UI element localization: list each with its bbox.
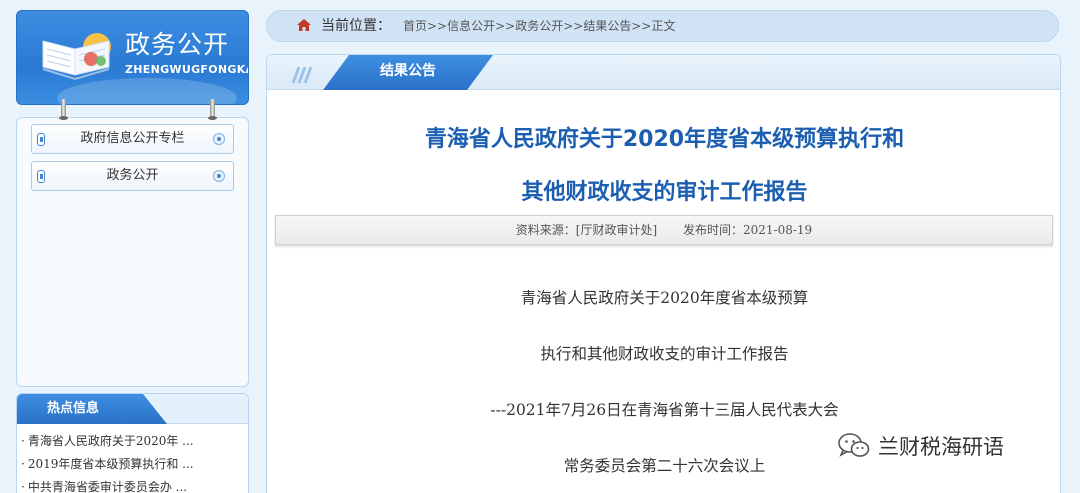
body-line: 青海省人民政府关于2020年度省本级预算	[520, 289, 809, 307]
sidebar-item-gov-affairs[interactable]: 政务公开	[31, 161, 234, 191]
bookmark-icon	[37, 170, 45, 183]
radio-dot-icon	[213, 170, 225, 182]
hot-info-header: 热点信息	[17, 394, 248, 424]
hot-info-panel: 热点信息 青海省人民政府关于2020年 ... 2019年度省本级预算执行和 .…	[16, 393, 249, 493]
binder-clip	[59, 99, 68, 120]
article-title-line: 其他财政收支的审计工作报告	[521, 180, 808, 205]
left-column: 政务公开 ZHENGWUGFONGKAI 政府信息公开专栏 政务公开	[16, 10, 249, 387]
watermark: 兰财税海研语	[838, 432, 1004, 460]
wechat-icon	[838, 433, 870, 457]
breadcrumb-label: 当前位置：	[321, 18, 391, 34]
sidebar-item-label: 政府信息公开专栏	[80, 131, 185, 146]
breadcrumb: 当前位置： 首页>>信息公开>>政务公开>>结果公告>>正文	[266, 10, 1059, 42]
article-date: 发布时间：2021-08-19	[683, 223, 813, 237]
article-title-line: 青海省人民政府关于2020年度省本级预算执行和	[424, 127, 905, 152]
sidebar-menu: 政府信息公开专栏 政务公开	[16, 117, 249, 387]
bookmark-icon	[37, 133, 45, 146]
binder-clip	[208, 99, 217, 120]
hot-info-list: 青海省人民政府关于2020年 ... 2019年度省本级预算执行和 ... 中共…	[17, 424, 248, 493]
breadcrumb-path[interactable]: 首页>>信息公开>>政务公开>>结果公告>>正文	[403, 11, 675, 41]
clip-row	[16, 99, 249, 120]
hot-info-tab[interactable]: 热点信息	[17, 394, 167, 424]
list-item[interactable]: 中共青海省委审计委员会办 ...	[21, 476, 248, 493]
sidebar-item-label: 政务公开	[106, 168, 159, 183]
body-line: 执行和其他财政收支的审计工作报告	[540, 345, 789, 363]
home-icon[interactable]	[297, 19, 311, 31]
list-item[interactable]: 2019年度省本级预算执行和 ...	[21, 453, 248, 476]
tab-results-announcement[interactable]: 结果公告	[323, 55, 493, 90]
article-meta: 资料来源：[厅财政审计处] 发布时间：2021-08-19	[275, 215, 1053, 245]
sidebar-item-info-column[interactable]: 政府信息公开专栏	[31, 124, 234, 154]
radio-dot-icon	[213, 133, 225, 145]
article-header: 结果公告	[267, 55, 1060, 90]
article-source: 资料来源：[厅财政审计处]	[515, 223, 658, 237]
book-icon	[42, 33, 111, 81]
logo-subtitle: ZHENGWUGFONGKAI	[125, 63, 249, 76]
stripes-decoration-icon	[291, 66, 313, 84]
watermark-text: 兰财税海研语	[878, 435, 1004, 459]
logo-title: 政务公开	[125, 30, 230, 59]
article-title: 青海省人民政府关于2020年度省本级预算执行和 其他财政收支的审计工作报告	[267, 113, 1060, 219]
article-panel: 结果公告 青海省人民政府关于2020年度省本级预算执行和 其他财政收支的审计工作…	[266, 54, 1061, 493]
section-logo: 政务公开 ZHENGWUGFONGKAI	[16, 10, 249, 105]
list-item[interactable]: 青海省人民政府关于2020年 ...	[21, 430, 248, 453]
